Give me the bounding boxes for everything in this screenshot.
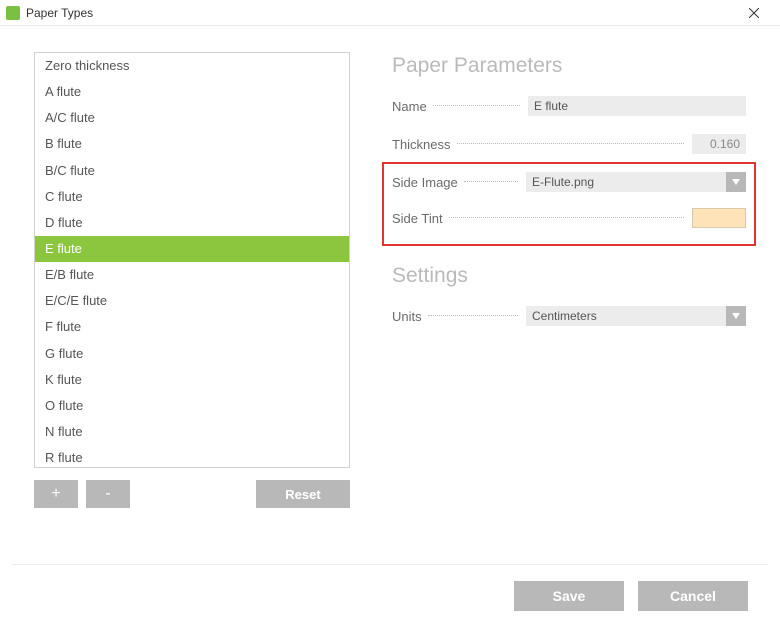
list-item[interactable]: Zero thickness (35, 53, 349, 79)
highlight-box: Side Image Side Tint (382, 162, 756, 246)
units-input[interactable] (526, 306, 726, 326)
side-image-dropdown[interactable] (526, 172, 746, 192)
list-item[interactable]: E/B flute (35, 262, 349, 288)
cancel-button[interactable]: Cancel (638, 581, 748, 611)
side-image-input[interactable] (526, 172, 726, 192)
name-input[interactable] (528, 96, 746, 116)
list-item[interactable]: B/C flute (35, 158, 349, 184)
list-item[interactable]: E/C/E flute (35, 288, 349, 314)
side-tint-swatch[interactable] (692, 208, 746, 228)
window-title: Paper Types (26, 6, 93, 20)
list-item[interactable]: R flute (35, 445, 349, 468)
save-button[interactable]: Save (514, 581, 624, 611)
paper-parameters-title: Paper Parameters (392, 54, 746, 78)
app-icon (6, 6, 20, 20)
side-image-label: Side Image (392, 175, 458, 190)
units-row: Units (392, 304, 746, 328)
list-item[interactable]: E flute (35, 236, 349, 262)
list-item[interactable]: A/C flute (35, 105, 349, 131)
dots-filler (433, 105, 520, 106)
dropdown-button[interactable] (726, 306, 746, 326)
remove-button[interactable]: - (86, 480, 130, 508)
chevron-down-icon (732, 179, 740, 185)
dots-filler (428, 315, 518, 316)
list-item[interactable]: C flute (35, 184, 349, 210)
dropdown-button[interactable] (726, 172, 746, 192)
list-item[interactable]: N flute (35, 419, 349, 445)
add-button[interactable]: + (34, 480, 78, 508)
side-image-row: Side Image (392, 170, 746, 194)
thickness-label: Thickness (392, 137, 451, 152)
settings-title: Settings (392, 264, 746, 288)
close-icon (749, 8, 759, 18)
thickness-row: Thickness (392, 132, 746, 156)
list-item[interactable]: F flute (35, 314, 349, 340)
thickness-input[interactable] (692, 134, 746, 154)
list-item[interactable]: K flute (35, 367, 349, 393)
list-item[interactable]: G flute (35, 341, 349, 367)
side-tint-row: Side Tint (392, 206, 746, 230)
titlebar: Paper Types (0, 0, 780, 26)
close-button[interactable] (734, 0, 774, 26)
chevron-down-icon (732, 313, 740, 319)
list-item[interactable]: O flute (35, 393, 349, 419)
units-dropdown[interactable] (526, 306, 746, 326)
paper-types-list[interactable]: Zero thicknessA fluteA/C fluteB fluteB/C… (34, 52, 350, 468)
name-label: Name (392, 99, 427, 114)
reset-button[interactable]: Reset (256, 480, 350, 508)
dots-filler (457, 143, 684, 144)
side-tint-label: Side Tint (392, 211, 443, 226)
name-row: Name (392, 94, 746, 118)
list-item[interactable]: D flute (35, 210, 349, 236)
dots-filler (464, 181, 518, 182)
list-item[interactable]: B flute (35, 131, 349, 157)
list-item[interactable]: A flute (35, 79, 349, 105)
dots-filler (449, 217, 684, 218)
units-label: Units (392, 309, 422, 324)
